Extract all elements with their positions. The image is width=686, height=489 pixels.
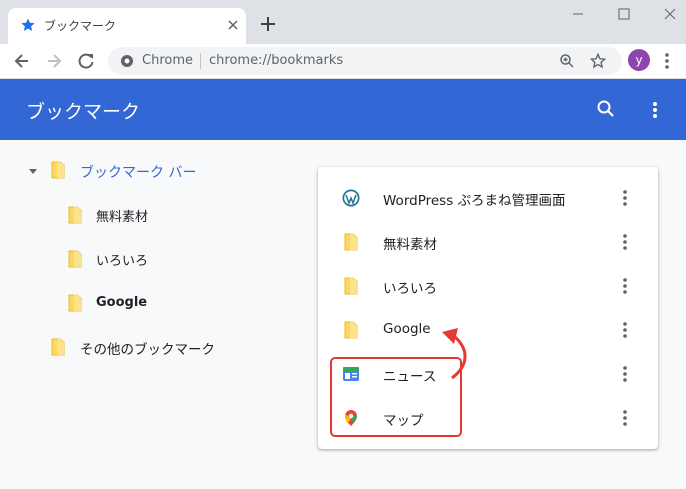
bookmarks-header: ブックマーク [0, 79, 686, 140]
url-text[interactable]: chrome://bookmarks [209, 53, 343, 68]
more-options-icon[interactable] [622, 321, 628, 339]
folder-icon [68, 294, 82, 312]
toolbar: Chrome chrome://bookmarks [0, 44, 686, 79]
folder-icon [344, 321, 358, 339]
sidebar-item-other-bookmarks[interactable]: その他のブックマーク [80, 338, 215, 358]
zoom-icon[interactable] [559, 53, 575, 69]
bookmark-star-icon[interactable] [590, 53, 606, 69]
list-item[interactable]: WordPress ぷろまね管理画面 [318, 176, 658, 220]
chrome-menu-icon[interactable] [664, 52, 670, 70]
forward-icon[interactable] [44, 51, 64, 71]
maximize-icon[interactable] [616, 6, 632, 22]
expand-arrow-icon[interactable] [28, 167, 38, 177]
more-options-icon[interactable] [651, 100, 659, 120]
folder-icon [344, 277, 358, 295]
sidebar-item-bookmark-bar[interactable]: ブックマーク バー [80, 162, 196, 182]
sidebar-item-google[interactable]: Google [96, 295, 147, 310]
more-options-icon[interactable] [622, 409, 628, 427]
list-item[interactable]: Google [318, 308, 658, 352]
list-item-label: 無料素材 [383, 237, 437, 253]
minimize-icon[interactable] [570, 6, 586, 22]
profile-avatar[interactable]: y [628, 49, 650, 71]
window-close-icon[interactable] [662, 6, 678, 22]
folder-icon [68, 250, 82, 268]
omnibox[interactable]: Chrome chrome://bookmarks [108, 47, 622, 75]
site-label: Chrome [142, 53, 193, 68]
sidebar-item-free-materials[interactable]: 無料素材 [96, 206, 148, 225]
list-item-label: いろいろ [383, 281, 437, 297]
chrome-icon [121, 55, 133, 67]
close-icon[interactable] [226, 18, 240, 32]
list-item-label: WordPress ぷろまね管理画面 [383, 193, 566, 209]
folder-icon [51, 338, 65, 356]
tab-title: ブックマーク [44, 19, 117, 33]
more-options-icon[interactable] [622, 277, 628, 295]
search-icon[interactable] [596, 99, 616, 119]
more-options-icon[interactable] [622, 233, 628, 251]
more-options-icon[interactable] [622, 365, 628, 383]
omnibox-separator [200, 53, 201, 69]
wordpress-icon [342, 189, 360, 207]
list-item[interactable]: いろいろ [318, 264, 658, 308]
reload-icon[interactable] [76, 51, 96, 71]
star-icon [21, 18, 35, 31]
sidebar-item-misc[interactable]: いろいろ [96, 250, 148, 269]
tab-bookmarks[interactable]: ブックマーク [8, 8, 246, 44]
back-icon[interactable] [12, 51, 32, 71]
annotation-arrow-icon [442, 328, 467, 380]
folder-icon [344, 233, 358, 251]
list-item[interactable]: 無料素材 [318, 220, 658, 264]
list-item-label: Google [383, 321, 431, 337]
tab-strip: ブックマーク [0, 0, 686, 44]
folder-icon [68, 206, 82, 224]
page-title: ブックマーク [26, 101, 141, 123]
new-tab-icon[interactable] [259, 15, 277, 33]
more-options-icon[interactable] [622, 189, 628, 207]
folder-icon [51, 161, 65, 179]
